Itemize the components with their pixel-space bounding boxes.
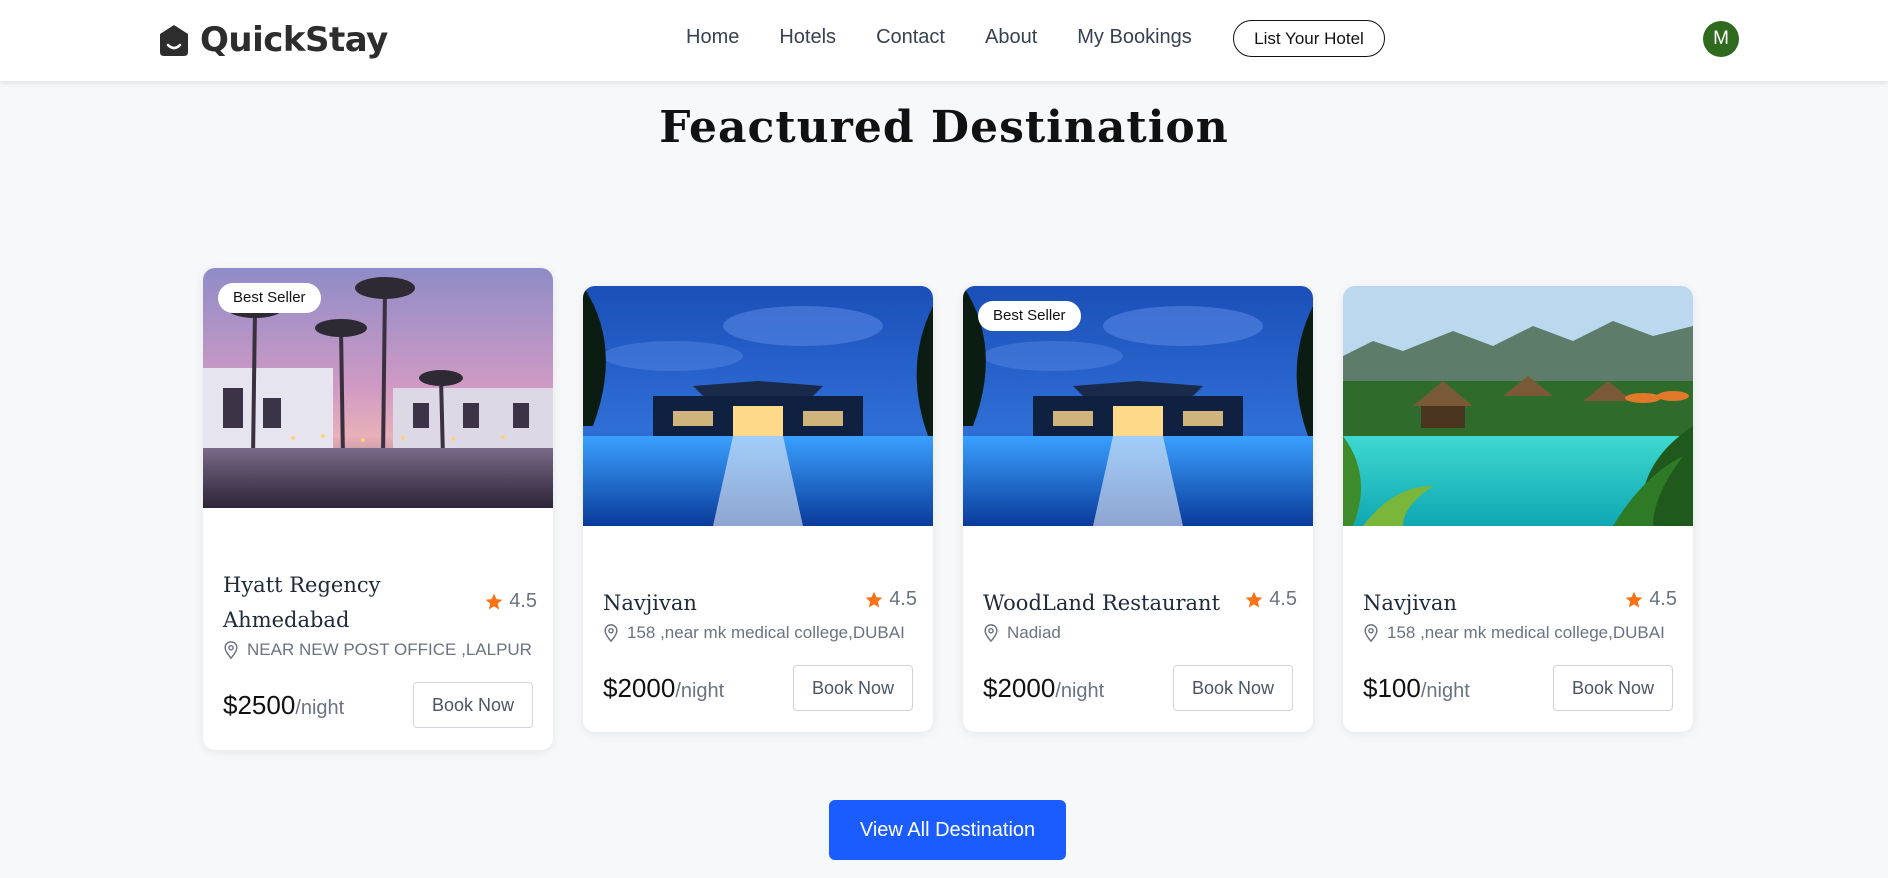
hotel-address: 158 ,near mk medical college,DUBAI: [603, 623, 913, 643]
hotel-image[interactable]: Best Seller: [963, 286, 1313, 526]
rating: 4.5: [1624, 588, 1677, 611]
hotel-address: NEAR NEW POST OFFICE ,LALPUR: [223, 640, 533, 660]
rating: 4.5: [864, 588, 917, 611]
location-pin-icon: [1364, 624, 1378, 642]
view-all-destination-button[interactable]: View All Destination: [829, 800, 1066, 860]
price-unit: /night: [295, 696, 345, 719]
price-unit: /night: [675, 679, 725, 702]
hotel-card[interactable]: 4.5 Navjivan 158 ,near mk medical colleg…: [583, 286, 933, 732]
rating-value: 4.5: [1269, 588, 1297, 610]
book-now-button[interactable]: Book Now: [793, 665, 913, 711]
nav-link-my-bookings[interactable]: My Bookings: [1077, 24, 1192, 50]
nav-links: Home Hotels Contact About My Bookings: [686, 24, 1192, 50]
nav-link-hotels[interactable]: Hotels: [779, 24, 836, 50]
price-unit: /night: [1420, 679, 1470, 702]
price: $2000/night: [603, 673, 724, 704]
rating: 4.5: [484, 590, 537, 613]
rating-value: 4.5: [1649, 588, 1677, 610]
nav-link-about[interactable]: About: [985, 24, 1037, 50]
location-pin-icon: [984, 624, 998, 642]
price-amount: $2000: [983, 672, 1056, 703]
hotel-image[interactable]: [1343, 286, 1693, 526]
price: $2500/night: [223, 690, 344, 721]
star-icon: [485, 593, 503, 609]
nav-link-contact[interactable]: Contact: [876, 24, 945, 50]
hotel-card[interactable]: Best Seller 4.5 WoodLand Restaurant Nadi…: [963, 286, 1313, 732]
rating-value: 4.5: [509, 590, 537, 612]
hotel-image[interactable]: Best Seller: [203, 268, 553, 508]
hotel-name: Navjivan: [603, 591, 697, 615]
nav-link-home[interactable]: Home: [686, 24, 739, 50]
rating: 4.5: [1244, 588, 1297, 611]
brand-name: QuickStay: [200, 20, 388, 60]
best-seller-badge: Best Seller: [978, 301, 1081, 331]
list-your-hotel-button[interactable]: List Your Hotel: [1233, 20, 1385, 57]
price-row: $2500/night Book Now: [223, 682, 533, 728]
price-row: $2000/night Book Now: [603, 665, 913, 711]
price-row: $2000/night Book Now: [983, 665, 1293, 711]
section-title: Feactured Destination: [659, 102, 1229, 153]
best-seller-badge: Best Seller: [218, 283, 321, 313]
address-text: 158 ,near mk medical college,DUBAI: [1387, 623, 1665, 642]
price-amount: $2000: [603, 672, 676, 703]
rating-value: 4.5: [889, 588, 917, 610]
price: $2000/night: [983, 673, 1104, 704]
star-icon: [1625, 591, 1643, 607]
hotel-address: Nadiad: [983, 623, 1293, 643]
book-now-button[interactable]: Book Now: [413, 682, 533, 728]
book-now-button[interactable]: Book Now: [1553, 665, 1673, 711]
price-amount: $2500: [223, 689, 296, 720]
hotel-image[interactable]: [583, 286, 933, 526]
navbar: QuickStay Home Hotels Contact About My B…: [0, 0, 1888, 81]
address-text: 158 ,near mk medical college,DUBAI: [627, 623, 905, 642]
book-now-button[interactable]: Book Now: [1173, 665, 1293, 711]
hotel-name: Hyatt Regency Ahmedabad: [223, 573, 381, 632]
star-icon: [865, 591, 883, 607]
address-text: NEAR NEW POST OFFICE ,LALPUR: [247, 640, 532, 659]
avatar[interactable]: M: [1703, 21, 1739, 57]
hotel-card[interactable]: 4.5 Navjivan 158 ,near mk medical colleg…: [1343, 286, 1693, 732]
hotel-name: Navjivan: [1363, 591, 1457, 615]
price: $100/night: [1363, 673, 1470, 704]
price-unit: /night: [1055, 679, 1105, 702]
star-icon: [1245, 591, 1263, 607]
hotel-card[interactable]: Best Seller 4.5 Hyatt Regency Ahmedabad …: [203, 268, 553, 750]
price-amount: $100: [1363, 672, 1421, 703]
hotel-address: 158 ,near mk medical college,DUBAI: [1363, 623, 1673, 643]
price-row: $100/night Book Now: [1363, 665, 1673, 711]
location-pin-icon: [224, 641, 238, 659]
address-text: Nadiad: [1007, 623, 1061, 642]
home-icon: [156, 22, 192, 58]
location-pin-icon: [604, 624, 618, 642]
brand-logo[interactable]: QuickStay: [156, 20, 388, 60]
